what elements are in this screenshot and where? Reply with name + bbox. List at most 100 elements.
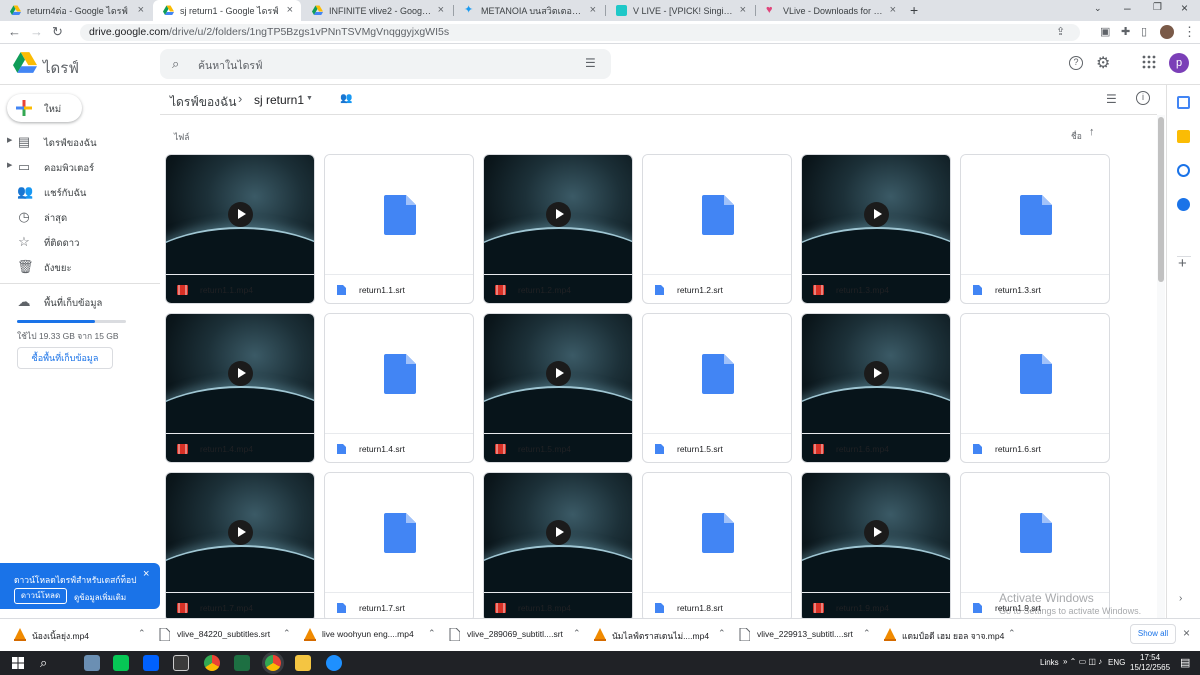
download-options-icon[interactable]: ⌃ [138, 628, 146, 639]
file-name[interactable]: return1.1.srt [359, 285, 405, 295]
close-downloads-icon[interactable]: × [1183, 626, 1190, 640]
download-item[interactable]: vlive_84220_subtitles.srt ⌃ [155, 619, 295, 652]
account-avatar[interactable]: p [1169, 53, 1189, 73]
file-name[interactable]: return1.3.srt [995, 285, 1041, 295]
video-file-tile[interactable]: return1.8.mp4 [483, 472, 633, 618]
file-name[interactable]: return1.1.mp4 [200, 285, 253, 295]
tray-icons[interactable]: » ⌃ ▭ ◫ ♪ [1063, 657, 1102, 666]
document-thumbnail[interactable] [643, 314, 791, 433]
video-file-tile[interactable]: return1.7.mp4 [165, 472, 315, 618]
document-thumbnail[interactable] [325, 314, 473, 433]
download-options-icon[interactable]: ⌃ [1008, 628, 1016, 639]
document-thumbnail[interactable] [961, 314, 1109, 433]
file-name[interactable]: return1.8.mp4 [518, 603, 571, 613]
file-name[interactable]: return1.4.srt [359, 444, 405, 454]
file-name[interactable]: return1.6.mp4 [836, 444, 889, 454]
play-icon[interactable] [546, 361, 571, 386]
video-file-tile[interactable]: return1.1.mp4 [165, 154, 315, 304]
document-thumbnail[interactable] [961, 473, 1109, 592]
download-options-icon[interactable]: ⌃ [428, 628, 436, 639]
dropbox-icon[interactable] [143, 655, 159, 671]
srt-file-tile[interactable]: return1.2.srt [642, 154, 792, 304]
video-thumbnail[interactable] [802, 155, 950, 303]
play-icon[interactable] [228, 361, 253, 386]
download-options-icon[interactable]: ⌃ [863, 628, 871, 639]
promo-download-button[interactable]: ดาวน์โหลด [14, 588, 67, 604]
srt-file-tile[interactable]: return1.4.srt [324, 313, 474, 463]
contacts-icon[interactable] [1177, 198, 1190, 211]
play-icon[interactable] [864, 361, 889, 386]
srt-file-tile[interactable]: return1.7.srt [324, 472, 474, 618]
download-options-icon[interactable]: ⌃ [283, 628, 291, 639]
document-thumbnail[interactable] [643, 473, 791, 592]
close-promo-icon[interactable]: × [143, 568, 149, 580]
download-item[interactable]: vlive_289069_subtitl....srt ⌃ [445, 619, 585, 652]
document-thumbnail[interactable] [325, 473, 473, 592]
scrollbar-thumb[interactable] [1158, 117, 1164, 282]
file-name[interactable]: return1.9.mp4 [836, 603, 889, 613]
srt-file-tile[interactable]: return1.6.srt [960, 313, 1110, 463]
srt-file-tile[interactable]: return1.1.srt [324, 154, 474, 304]
add-addon-icon[interactable]: + [1178, 255, 1187, 272]
chrome-icon[interactable] [204, 655, 220, 671]
download-options-icon[interactable]: ⌃ [718, 628, 726, 639]
video-file-tile[interactable]: return1.6.mp4 [801, 313, 951, 463]
video-thumbnail[interactable] [166, 314, 314, 462]
file-name[interactable]: return1.8.srt [677, 603, 723, 613]
line-icon[interactable] [113, 655, 129, 671]
video-thumbnail[interactable] [484, 473, 632, 618]
play-icon[interactable] [546, 520, 571, 545]
calendar-icon[interactable] [1177, 96, 1190, 109]
download-item[interactable]: นัมไลฟ์ตราสเดนไม่....mp4 ⌃ [590, 619, 730, 652]
play-icon[interactable] [228, 202, 253, 227]
srt-file-tile[interactable]: return1.8.srt [642, 472, 792, 618]
file-name[interactable]: return1.6.srt [995, 444, 1041, 454]
video-file-tile[interactable]: return1.4.mp4 [165, 313, 315, 463]
download-item[interactable]: น้องเนิ้ลยุ่ง.mp4 ⌃ [10, 619, 150, 652]
notifications-icon[interactable]: ▤ [1180, 656, 1190, 669]
video-file-tile[interactable]: return1.5.mp4 [483, 313, 633, 463]
play-icon[interactable] [864, 202, 889, 227]
video-file-tile[interactable]: return1.3.mp4 [801, 154, 951, 304]
play-icon[interactable] [864, 520, 889, 545]
file-name[interactable]: return1.2.srt [677, 285, 723, 295]
file-name[interactable]: return1.5.mp4 [518, 444, 571, 454]
file-name[interactable]: return1.4.mp4 [200, 444, 253, 454]
scrollbar-track[interactable] [1157, 115, 1165, 618]
download-options-icon[interactable]: ⌃ [573, 628, 581, 639]
document-thumbnail[interactable] [643, 155, 791, 274]
video-thumbnail[interactable] [802, 473, 950, 618]
close-window-icon[interactable]: × [1181, 1, 1188, 15]
srt-file-tile[interactable]: return1.3.srt [960, 154, 1110, 304]
menu-dots-icon[interactable]: ⋮ [1183, 24, 1196, 40]
show-all-button[interactable]: Show all [1130, 624, 1176, 644]
keep-icon[interactable] [1177, 130, 1190, 143]
video-thumbnail[interactable] [802, 314, 950, 462]
video-file-tile[interactable]: return1.2.mp4 [483, 154, 633, 304]
excel-icon[interactable] [234, 655, 250, 671]
search-taskbar-icon[interactable]: ⌕ [40, 655, 47, 671]
chrome-profile-icon[interactable] [265, 655, 281, 671]
app-icon-1[interactable] [84, 655, 100, 671]
clock-time[interactable]: 17:54 [1140, 653, 1160, 662]
file-name[interactable]: return1.7.srt [359, 603, 405, 613]
links-toolbar[interactable]: Links [1040, 658, 1059, 667]
file-name[interactable]: return1.2.mp4 [518, 285, 571, 295]
windows-start-icon[interactable] [12, 657, 24, 669]
document-thumbnail[interactable] [961, 155, 1109, 274]
internet-explorer-icon[interactable] [326, 655, 342, 671]
video-thumbnail[interactable] [166, 155, 314, 303]
file-explorer-icon[interactable] [295, 655, 311, 671]
download-item[interactable]: vlive_229913_subtitl....srt ⌃ [735, 619, 875, 652]
download-item[interactable]: live woohyun eng....mp4 ⌃ [300, 619, 440, 652]
profile-avatar[interactable] [1160, 25, 1174, 39]
play-icon[interactable] [546, 202, 571, 227]
calculator-icon[interactable] [173, 655, 189, 671]
play-icon[interactable] [228, 520, 253, 545]
tasks-icon[interactable] [1177, 164, 1190, 177]
file-name[interactable]: return1.3.mp4 [836, 285, 889, 295]
file-name[interactable]: return1.5.srt [677, 444, 723, 454]
video-thumbnail[interactable] [484, 314, 632, 462]
clock-date[interactable]: 15/12/2565 [1130, 663, 1170, 672]
document-thumbnail[interactable] [325, 155, 473, 274]
